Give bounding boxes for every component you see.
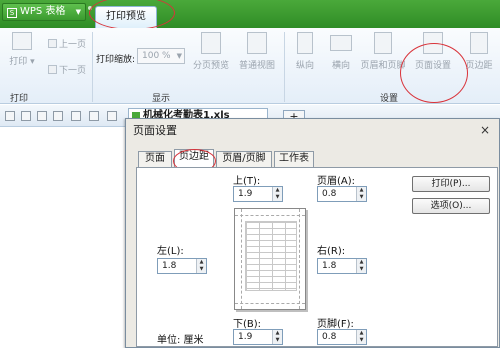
top-margin-value: 1.9 [238,189,253,199]
tab-sheet[interactable]: 工作表 [274,151,314,167]
footer-margin-value: 0.8 [322,332,337,342]
bottom-margin-input[interactable]: 1.9 ▲ ▼ [233,329,283,345]
tab-page[interactable]: 页面 [138,151,172,167]
page-break-preview-label: 分页预览 [192,61,229,71]
title-bar: S WPS 表格 ▼ 打印预览 [0,0,500,30]
wps-logo-icon: S [7,8,17,18]
zoom-select[interactable]: 100 % ▼ [137,48,185,64]
spinner-arrows-icon[interactable]: ▲ ▼ [272,187,282,201]
margins-icon [470,32,488,54]
redo-icon[interactable] [89,111,99,121]
next-page-label: 下一页 [59,66,87,76]
top-margin-input[interactable]: 1.9 ▲ ▼ [233,186,283,202]
margin-guide [235,303,305,304]
next-page-button[interactable]: 下一页 [48,63,86,76]
footer-margin-label: 页脚(F): [317,319,354,330]
printer-icon [12,32,32,50]
arrow-down-icon [48,65,57,74]
normal-view-label: 普通视图 [238,61,275,71]
tab-header-footer[interactable]: 页眉/页脚 [216,151,272,167]
dialog-title: 页面设置 [133,124,177,137]
print-button[interactable]: 打印 ▾ [8,32,36,67]
arrow-up-icon [48,39,57,48]
ribbon: 打印 ▾ 上一页 下一页 打印 打印缩放: 100 % ▼ 分页预览 普通视图 … [0,28,500,104]
top-margin-label: 上(T): [233,176,261,187]
header-footer-icon [374,32,392,54]
header-margin-label: 页眉(A): [317,176,356,187]
spinner-arrows-icon[interactable]: ▲ ▼ [196,259,206,273]
print-preview-icon[interactable] [53,111,63,121]
portrait-page-icon [297,32,313,54]
chevron-down-icon: ▼ [75,8,81,16]
normal-view-button[interactable]: 普通视图 [236,32,278,71]
save-icon[interactable] [21,111,31,121]
zoom-value: 100 % [142,51,171,61]
right-margin-input[interactable]: 1.8 ▲ ▼ [317,258,367,274]
annotation-circle-tab [89,0,175,30]
page-preview [234,208,306,310]
annotation-circle-page-setup [400,43,468,103]
bottom-margin-label: 下(B): [233,319,262,330]
spinner-arrows-icon[interactable]: ▲ ▼ [272,330,282,344]
dialog-title-bar: 页面设置 [126,119,499,145]
preview-grid [245,221,297,291]
print-icon[interactable] [37,111,47,121]
app-name: WPS 表格 [20,6,66,17]
portrait-label: 纵向 [295,61,314,71]
app-menu-button[interactable]: S WPS 表格 ▼ [2,3,86,21]
print-dialog-button[interactable]: 打印(P)... [412,176,490,192]
chevron-down-icon: ▾ [27,57,35,67]
landscape-button[interactable]: 横向 [326,32,356,71]
options-button[interactable]: 选项(O)... [412,198,490,214]
spinner-arrows-icon[interactable]: ▲ ▼ [356,187,366,201]
open-folder-icon[interactable] [5,111,15,121]
header-footer-label: 页眉和页脚 [360,61,406,71]
dropdown-icon[interactable] [107,111,117,121]
page-setup-dialog: 页面设置 × 页面 页边距 页眉/页脚 工作表 上(T): 1.9 ▲ ▼ 页眉(… [125,118,500,348]
margin-guide [235,215,305,216]
right-margin-label: 右(R): [317,246,346,257]
spinner-arrows-icon[interactable]: ▲ ▼ [356,259,366,273]
table-icon [247,32,267,54]
landscape-page-icon [330,35,352,51]
margin-guide [241,209,242,309]
left-margin-input[interactable]: 1.8 ▲ ▼ [157,258,207,274]
undo-icon[interactable] [71,111,81,121]
footer-margin-input[interactable]: 0.8 ▲ ▼ [317,329,367,345]
prev-page-label: 上一页 [59,40,87,50]
margin-guide [299,209,300,309]
group-display-label: 显示 [152,94,171,104]
group-settings-label: 设置 [380,94,399,104]
landscape-label: 横向 [331,61,350,71]
unit-label: 单位: 厘米 [157,335,204,346]
divider [92,32,93,102]
page-break-icon [201,32,221,54]
portrait-button[interactable]: 纵向 [290,32,320,71]
group-print-label: 打印 [10,94,29,104]
margins-panel: 上(T): 1.9 ▲ ▼ 页眉(A): 0.8 ▲ ▼ 打印(P)... 选项(O… [136,167,498,347]
header-margin-input[interactable]: 0.8 ▲ ▼ [317,186,367,202]
margins-label: 页边距 [465,61,493,71]
left-margin-value: 1.8 [162,261,177,271]
close-icon[interactable]: × [479,124,491,136]
page-break-preview-button[interactable]: 分页预览 [190,32,232,71]
print-button-label: 打印 [9,57,28,67]
prev-page-button[interactable]: 上一页 [48,37,86,50]
right-margin-value: 1.8 [322,261,337,271]
chevron-down-icon: ▼ [176,52,182,60]
left-margin-label: 左(L): [157,246,184,257]
spinner-arrows-icon[interactable]: ▲ ▼ [356,330,366,344]
header-margin-value: 0.8 [322,189,337,199]
divider [284,32,285,102]
bottom-margin-value: 1.9 [238,332,253,342]
zoom-label: 打印缩放: [96,55,136,65]
